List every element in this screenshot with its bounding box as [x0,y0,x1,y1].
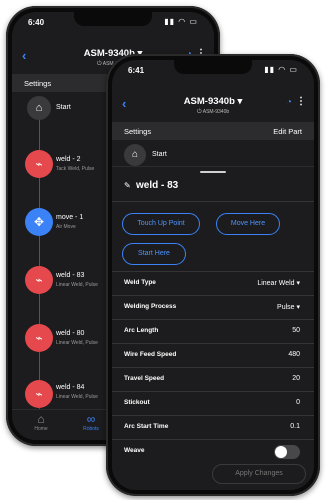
more-options-icon[interactable]: ⋮ [296,96,306,107]
arc-length-value[interactable]: 50 [292,327,300,334]
move-here-button[interactable]: Move Here [216,213,280,235]
field-label: Wire Feed Speed [124,351,177,358]
weld-node-84[interactable]: ⌁ [25,380,53,408]
start-node-label: Start [56,104,71,111]
field-weave: Weave [112,440,314,463]
robot-subtitle-text: ASM-9340b [202,109,230,115]
field-weld-type[interactable]: Weld Type Linear Weld ▾ [112,272,314,296]
home-icon: ⌂ [131,149,139,160]
field-label: Arc Length [124,327,159,334]
weld-node-2-sub: Tack Weld, Pulse [56,166,95,172]
header-divider [112,201,314,202]
status-time: 6:41 [128,66,145,75]
touch-up-point-button[interactable]: Touch Up Point [122,213,200,235]
field-wire-feed-speed[interactable]: Wire Feed Speed 480 [112,344,314,368]
settings-link[interactable]: Settings [24,79,51,88]
stickout-value[interactable]: 0 [296,399,300,406]
edit-part-button[interactable]: Edit Part [273,127,302,136]
settings-bar: Settings Edit Part [112,122,314,140]
field-welding-process[interactable]: Welding Process Pulse ▾ [112,296,314,320]
arc-start-time-value[interactable]: 0.1 [290,423,300,430]
move-node-1-sub: Air Move [56,224,76,230]
weld-node-83-sub: Linear Weld, Pulse [56,282,98,288]
weld-node-2-label: weld - 2 [56,156,81,163]
front-phone-screen: 6:41 ▮▮ ◠ ▭ ‹ ASM-9340b ▾ ⏻ ASM-9340b ◔ … [112,60,314,490]
travel-speed-value[interactable]: 20 [292,375,300,382]
status-icons: ▮▮ ◠ ▭ [164,17,198,26]
history-icon[interactable]: ◔ [286,97,292,108]
apply-changes-button[interactable]: Apply Changes [212,464,306,484]
power-icon: ⏻ [96,61,102,67]
weld-node-84-label: weld - 84 [56,384,85,391]
power-icon: ⏻ [196,109,202,115]
toggle-knob [275,446,287,458]
weld-node-80-label: weld - 80 [56,330,85,337]
weld-node-83[interactable]: ⌁ [25,266,53,294]
weld-icon: ⌁ [35,273,43,287]
status-bar: 6:41 ▮▮ ◠ ▭ [112,60,314,80]
settings-link[interactable]: Settings [124,127,151,136]
robot-tab-icon: ∞ [86,412,96,426]
weld-icon: ⌁ [35,331,43,345]
robot-subtitle: ⏻ ASM-9340b [112,109,314,116]
move-node-1[interactable]: ✥ [25,208,53,236]
weave-toggle[interactable] [274,445,300,459]
field-travel-speed[interactable]: Travel Speed 20 [112,368,314,392]
field-label: Weave [124,447,145,454]
detail-sheet: ✎ weld - 83 Touch Up Point Move Here Sta… [112,166,314,490]
field-label: Welding Process [124,303,177,310]
home-tab-icon: ⌂ [37,412,45,426]
tab-home-label: Home [34,426,48,432]
field-stickout[interactable]: Stickout 0 [112,392,314,416]
weld-icon: ⌁ [35,157,43,171]
weld-node-83-label: weld - 83 [56,272,85,279]
field-label: Stickout [124,399,150,406]
status-bar: 6:40 ▮▮ ◠ ▭ [12,12,214,32]
robot-selector[interactable]: ASM-9340b ▾ [112,96,314,107]
field-arc-length[interactable]: Arc Length 50 [112,320,314,344]
field-label: Weld Type [124,279,156,286]
status-time: 6:40 [28,18,45,27]
tab-home[interactable]: ⌂ Home [26,412,56,432]
field-label: Travel Speed [124,375,165,382]
weld-node-80-sub: Linear Weld, Pulse [56,340,98,346]
tab-robots-label: Robots [83,426,99,432]
start-node-label: Start [152,151,167,158]
move-icon: ✥ [33,215,45,229]
app-header: ‹ ASM-9340b ▾ ⏻ ASM-9340b ◔ ⋮ [112,82,314,118]
weld-icon: ⌁ [35,387,43,401]
front-phone: 6:41 ▮▮ ◠ ▭ ‹ ASM-9340b ▾ ⏻ ASM-9340b ◔ … [106,54,320,496]
detail-title: weld - 83 [136,180,179,191]
welding-process-select[interactable]: Pulse ▾ [277,303,300,311]
status-icons: ▮▮ ◠ ▭ [264,65,298,74]
tab-robots[interactable]: ∞ Robots [76,412,106,432]
start-here-button[interactable]: Start Here [122,243,186,265]
sheet-handle[interactable] [200,171,226,173]
start-node[interactable]: ⌂ [27,96,51,120]
home-icon: ⌂ [35,102,43,114]
start-node[interactable]: ⌂ [124,144,146,166]
weld-node-84-sub: Linear Weld, Pulse [56,394,98,400]
wire-feed-speed-value[interactable]: 480 [288,351,300,358]
weld-node-80[interactable]: ⌁ [25,324,53,352]
field-label: Arc Start Time [124,423,169,430]
weld-node-2[interactable]: ⌁ [25,150,53,178]
edit-icon[interactable]: ✎ [124,181,131,190]
weld-type-select[interactable]: Linear Weld ▾ [257,279,300,287]
move-node-1-label: move - 1 [56,214,84,221]
field-arc-start-time[interactable]: Arc Start Time 0.1 [112,416,314,440]
